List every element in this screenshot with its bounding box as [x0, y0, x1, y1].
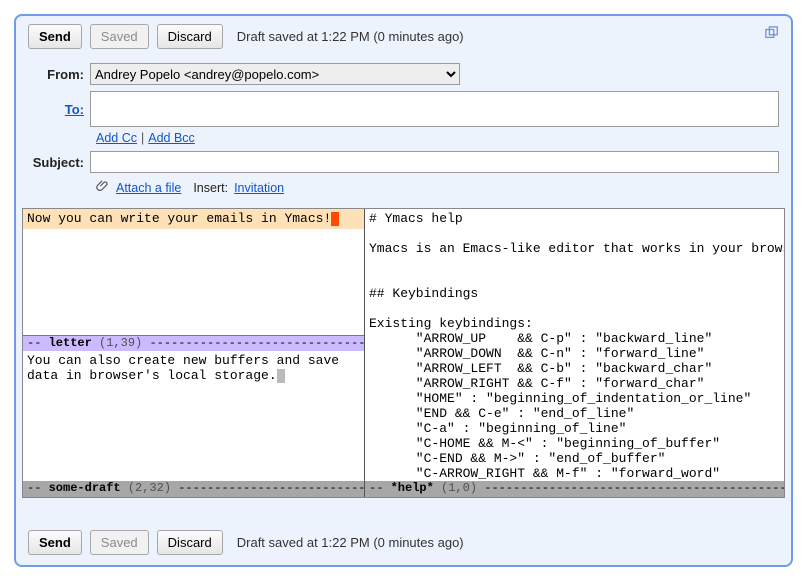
- modeline-help: -- *help* (1,0): [365, 481, 784, 497]
- draft-status: Draft saved at 1:22 PM (0 minutes ago): [237, 29, 464, 44]
- saved-button-bottom: Saved: [90, 530, 149, 555]
- buffer-help[interactable]: # Ymacs help Ymacs is an Emacs-like edit…: [365, 209, 784, 481]
- add-bcc-link[interactable]: Add Bcc: [148, 131, 195, 145]
- cc-bcc-separator: |: [141, 131, 144, 145]
- top-toolbar: Send Saved Discard Draft saved at 1:22 P…: [16, 16, 791, 57]
- buffer-some-draft[interactable]: You can also create new buffers and save…: [23, 351, 364, 481]
- to-field[interactable]: [90, 91, 779, 127]
- send-button[interactable]: Send: [28, 24, 82, 49]
- right-column: # Ymacs help Ymacs is an Emacs-like edit…: [365, 209, 784, 497]
- popout-icon[interactable]: [765, 26, 779, 40]
- invitation-link[interactable]: Invitation: [234, 181, 284, 195]
- inactive-cursor: [277, 369, 285, 383]
- header-form: From: Andrey Popelo <andrey@popelo.com> …: [16, 63, 791, 208]
- text-cursor: [331, 212, 339, 226]
- from-select[interactable]: Andrey Popelo <andrey@popelo.com>: [90, 63, 460, 85]
- bottom-toolbar: Send Saved Discard Draft saved at 1:22 P…: [16, 522, 791, 563]
- from-label: From:: [28, 67, 90, 82]
- saved-button: Saved: [90, 24, 149, 49]
- ymacs-editor[interactable]: Now you can write your emails in Ymacs! …: [22, 208, 785, 498]
- paperclip-icon: [96, 179, 110, 196]
- compose-window: Send Saved Discard Draft saved at 1:22 P…: [14, 14, 793, 567]
- insert-label: Insert:: [193, 181, 228, 195]
- left-column: Now you can write your emails in Ymacs! …: [23, 209, 365, 497]
- send-button-bottom[interactable]: Send: [28, 530, 82, 555]
- buffer-letter[interactable]: Now you can write your emails in Ymacs!: [23, 209, 364, 229]
- discard-button-bottom[interactable]: Discard: [157, 530, 223, 555]
- attach-file-link[interactable]: Attach a file: [116, 181, 181, 195]
- add-cc-link[interactable]: Add Cc: [96, 131, 137, 145]
- subject-field[interactable]: [90, 151, 779, 173]
- subject-label: Subject:: [28, 155, 90, 170]
- discard-button[interactable]: Discard: [157, 24, 223, 49]
- draft-status-bottom: Draft saved at 1:22 PM (0 minutes ago): [237, 535, 464, 550]
- modeline-some-draft: -- some-draft (2,32): [23, 481, 364, 497]
- modeline-letter: -- letter (1,39): [23, 335, 364, 351]
- to-label[interactable]: To:: [28, 102, 90, 117]
